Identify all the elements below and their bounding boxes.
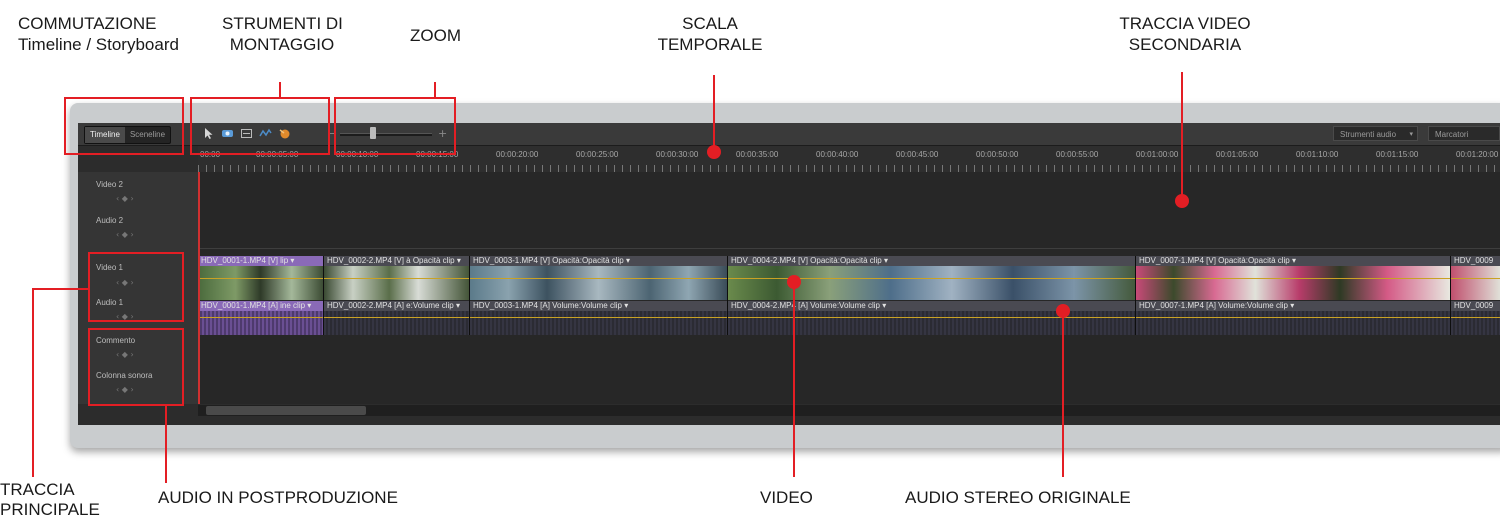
clip-header-video[interactable]: HDV_0003-1.MP4 [V] Opacità:Opacità clip … (470, 256, 727, 266)
clip-header-video[interactable]: HDV_0004-2.MP4 [V] Opacità:Opacità clip … (728, 256, 1135, 266)
callout-zoom-label: ZOOM (410, 26, 461, 45)
clip-boundary (1450, 256, 1451, 335)
ruler-tick-label: 00:00:25:00 (576, 150, 619, 159)
callout-scale-line1: SCALA (682, 14, 738, 33)
leader-line-scale (713, 75, 715, 151)
clip-header-video[interactable]: HDV_0009 (1451, 256, 1500, 266)
marker-dot-secondary (1175, 194, 1189, 208)
video-thumbnails-clip2 (324, 266, 469, 300)
callout-postprod-label: AUDIO IN POSTPRODUZIONE (158, 488, 398, 507)
clip-header-audio[interactable]: HDV_0001-1.MP4 [A] ine clip ▾ (198, 301, 323, 311)
track-name-audio2: Audio 2 (96, 216, 124, 225)
video-thumbnails-clip6 (1451, 266, 1500, 300)
scrollbar-thumb[interactable] (206, 406, 366, 415)
clip-header-audio[interactable]: HDV_0004-2.MP4 [A] Volume:Volume clip ▾ (728, 301, 1135, 311)
highlight-main-track (88, 252, 184, 322)
leader-line-video (793, 282, 795, 477)
audio-tools-label: Strumenti audio (1340, 130, 1397, 139)
video-thumbnails-clip5 (1136, 266, 1450, 300)
keyframe-controls[interactable]: ‹ ◆ › (116, 230, 134, 239)
clip-header-video[interactable]: HDV_0001-1.MP4 [V] lip ▾ (198, 256, 323, 266)
track-divider (198, 248, 1500, 249)
clip-header-audio[interactable]: HDV_0003-1.MP4 [A] Volume:Volume clip ▾ (470, 301, 727, 311)
timeline-panel: Timeline Sceneline − + Strumenti audio ▾… (78, 123, 1500, 425)
ruler-tick-label: 00:01:00:00 (1136, 150, 1179, 159)
audio-waveform-clip4 (728, 311, 1135, 335)
ruler-tick-label: 00:01:05:00 (1216, 150, 1259, 159)
clip-header-audio[interactable]: HDV_0009 (1451, 301, 1500, 311)
leader-line-secondary (1181, 72, 1183, 201)
highlight-zoom (334, 97, 456, 155)
markers-dropdown[interactable]: Marcatori (1428, 126, 1500, 141)
playhead-line[interactable] (198, 172, 200, 404)
chevron-down-icon: ▾ (1409, 131, 1413, 138)
audio-waveform-clip2 (324, 311, 469, 335)
clip-header-audio[interactable]: HDV_0007-1.MP4 [A] Volume:Volume clip ▾ (1136, 301, 1450, 311)
ruler-tick-label: 00:01:20:00 (1456, 150, 1499, 159)
clip-boundary (323, 256, 324, 335)
marker-dot-scale (707, 145, 721, 159)
clip-boundary (727, 256, 728, 335)
audio-waveform-clip5 (1136, 311, 1450, 335)
keyframe-controls[interactable]: ‹ ◆ › (116, 194, 134, 203)
leader-line-zoom (434, 82, 436, 98)
volume-rubber-band[interactable] (198, 317, 1500, 318)
callout-scale-label: SCALA TEMPORALE (650, 13, 770, 55)
callout-tools-line2: MONTAGGIO (229, 35, 335, 54)
audio-waveform-clip6 (1451, 311, 1500, 335)
audio-tools-dropdown[interactable]: Strumenti audio ▾ (1333, 126, 1418, 141)
callout-main-track-label: TRACCIA PRINCIPALE (0, 480, 100, 520)
callout-main-line1: TRACCIA (0, 480, 75, 499)
ruler-tickmarks (198, 165, 1500, 172)
clip-boundary (469, 256, 470, 335)
callout-tools-line1: STRUMENTI DI (222, 14, 343, 33)
callout-tools-label: STRUMENTI DI MONTAGGIO (222, 13, 343, 55)
leader-line-main-v (32, 288, 34, 477)
leader-line-main-h (32, 288, 89, 290)
marker-dot-audio-orig (1056, 304, 1070, 318)
opacity-rubber-band[interactable] (198, 278, 1500, 279)
ruler-tick-label: 00:01:10:00 (1296, 150, 1339, 159)
ruler-tick-label: 00:00:35:00 (736, 150, 779, 159)
highlight-edit-tools (190, 97, 330, 155)
callout-switch-line2: Timeline / Storyboard (18, 35, 179, 54)
callout-secondary-line1: TRACCIA VIDEO (1119, 14, 1251, 33)
ruler-tick-label: 00:00:40:00 (816, 150, 859, 159)
ruler-tick-label: 00:00:50:00 (976, 150, 1019, 159)
track-name-video2: Video 2 (96, 180, 123, 189)
leader-line-tools (279, 82, 281, 98)
leader-line-postprod (165, 405, 167, 483)
clip-boundary (1135, 256, 1136, 335)
video-thumbnails-clip1 (198, 266, 323, 300)
highlight-view-switch (64, 97, 184, 155)
ruler-tick-label: 00:00:20:00 (496, 150, 539, 159)
callout-audio-orig-label: AUDIO STEREO ORIGINALE (905, 488, 1131, 507)
audio-waveform-clip3 (470, 311, 727, 335)
timeline-lanes[interactable]: HDV_0001-1.MP4 [V] lip ▾ HDV_0002-2.MP4 … (198, 172, 1500, 404)
ruler-tick-label: 00:00:45:00 (896, 150, 939, 159)
callout-secondary-line2: SECONDARIA (1128, 35, 1242, 54)
horizontal-scrollbar[interactable] (198, 405, 1500, 416)
ruler-tick-label: 00:00:30:00 (656, 150, 699, 159)
video-thumbnails-clip3 (470, 266, 727, 300)
audio-waveform-clip1 (198, 311, 323, 335)
markers-label: Marcatori (1435, 130, 1469, 139)
leader-line-audio-orig (1062, 311, 1064, 477)
callout-main-line2: PRINCIPALE (0, 500, 100, 519)
callout-switch-label: COMMUTAZIONE Timeline / Storyboard (18, 13, 179, 55)
clip-header-audio[interactable]: HDV_0002-2.MP4 [A] e:Volume clip ▾ (324, 301, 469, 311)
highlight-postprod-audio (88, 328, 184, 406)
callout-scale-line2: TEMPORALE (657, 35, 763, 54)
callout-secondary-label: TRACCIA VIDEO SECONDARIA (1100, 13, 1270, 55)
callout-video-label: VIDEO (760, 488, 813, 507)
ruler-tick-label: 00:01:15:00 (1376, 150, 1419, 159)
marker-dot-video (787, 275, 801, 289)
ruler-tick-label: 00:00:55:00 (1056, 150, 1099, 159)
callout-switch-line1: COMMUTAZIONE (18, 14, 157, 33)
clip-header-video[interactable]: HDV_0007-1.MP4 [V] Opacità:Opacità clip … (1136, 256, 1450, 266)
clip-header-video[interactable]: HDV_0002-2.MP4 [V] à Opacità clip ▾ (324, 256, 469, 266)
